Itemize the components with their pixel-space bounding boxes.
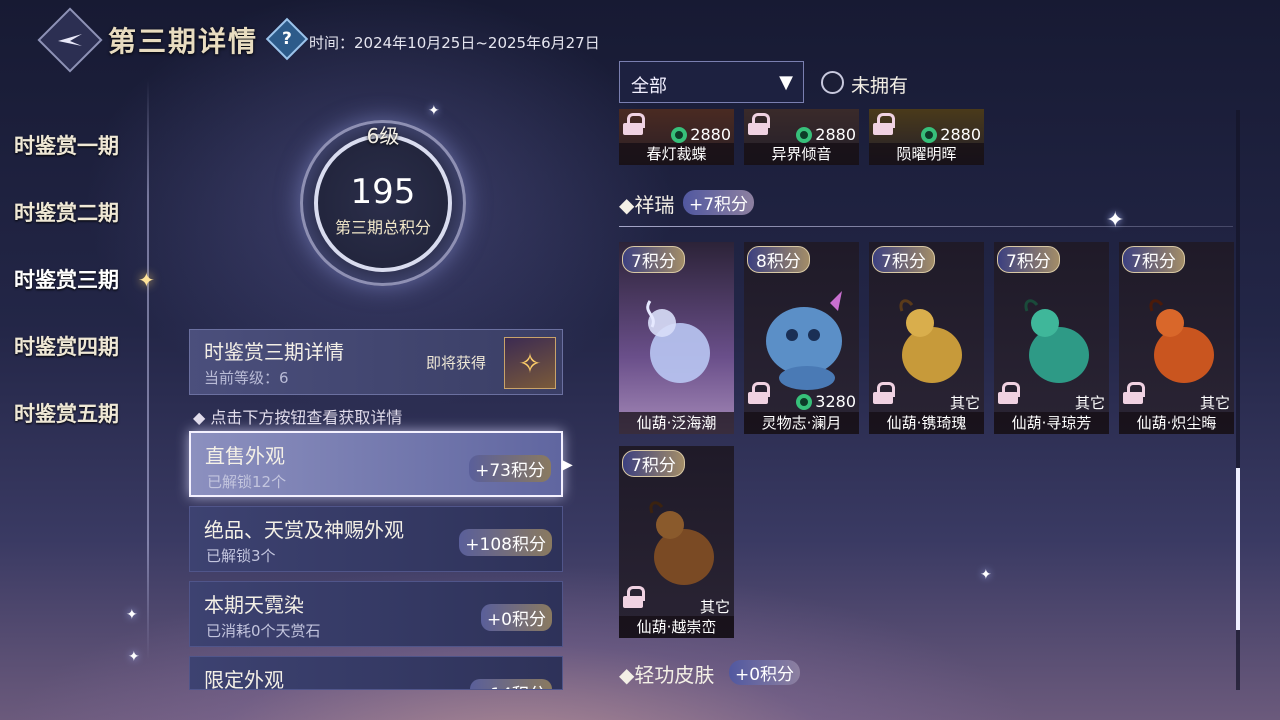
- item-card[interactable]: 8积分 3280 灵物志·澜月: [744, 242, 859, 434]
- item-name: 陨曜明晖: [869, 143, 984, 165]
- points-badge: 7积分: [872, 246, 935, 273]
- item-name: 仙葫·炽尘晦: [1119, 412, 1234, 434]
- star-decoration: ✦: [980, 567, 992, 583]
- category-subtitle: 已解锁12个: [207, 473, 287, 491]
- star-decoration: ✦: [126, 607, 138, 623]
- item-card[interactable]: 2880 异界倾音: [744, 109, 859, 165]
- points-badge: 7积分: [622, 450, 685, 477]
- points-badge: 7积分: [622, 246, 685, 273]
- period-time: 时间：2024年10月25日~2025年6月27日: [309, 34, 600, 52]
- period-detail-card[interactable]: 时鉴赏三期详情 当前等级：6 即将获得 ✧: [189, 329, 563, 395]
- points-badge: 7积分: [1122, 246, 1185, 273]
- item-card[interactable]: 7积分 仙葫·泛海潮: [619, 242, 734, 434]
- category-direct-sale[interactable]: 直售外观 已解锁12个 +73积分: [189, 431, 563, 497]
- item-name: 仙葫·寻琼芳: [994, 412, 1109, 434]
- item-card[interactable]: 2880 春灯裁蝶: [619, 109, 734, 165]
- lock-icon: [623, 586, 645, 608]
- not-owned-label[interactable]: 未拥有: [851, 71, 908, 98]
- item-price: 2880: [796, 125, 856, 144]
- section-title-xiangrui: ◆祥瑞: [619, 193, 675, 217]
- reward-figure-icon: ✧: [518, 346, 542, 380]
- back-arrow-icon: [58, 34, 82, 46]
- question-mark-icon: ?: [282, 29, 292, 49]
- total-score-label: 第三期总积分: [334, 218, 431, 237]
- lock-icon: [748, 113, 770, 135]
- item-tag: 其它: [1199, 394, 1230, 412]
- item-name: 仙葫·镌琦瑰: [869, 412, 984, 434]
- not-owned-radio[interactable]: [821, 71, 844, 94]
- lock-icon: [873, 113, 895, 135]
- category-limited[interactable]: 限定外观 +14积分: [189, 656, 563, 690]
- item-name: 仙葫·泛海潮: [619, 412, 734, 434]
- item-price: 2880: [671, 125, 731, 144]
- help-button[interactable]: ?: [265, 17, 309, 61]
- filter-dropdown[interactable]: 全部 ▼: [619, 61, 804, 103]
- current-level: 当前等级：6: [204, 369, 289, 387]
- lock-icon: [623, 113, 645, 135]
- nav-item-period-2[interactable]: 时鉴赏二期: [14, 197, 119, 227]
- hint-text: ◆ 点击下方按钮查看获取详情: [193, 408, 403, 427]
- nav-divider: [147, 80, 149, 660]
- item-name: 灵物志·澜月: [744, 412, 859, 434]
- nav-item-period-3[interactable]: 时鉴赏三期: [14, 264, 119, 294]
- scrollbar-thumb[interactable]: [1236, 468, 1240, 630]
- jade-currency-icon: [796, 393, 813, 410]
- jade-currency-icon: [796, 126, 813, 143]
- nav-item-period-4[interactable]: 时鉴赏四期: [14, 331, 119, 361]
- item-card[interactable]: 7积分 其它 仙葫·寻琼芳: [994, 242, 1109, 434]
- category-subtitle: 已消耗0个天赏石: [206, 622, 321, 640]
- jade-currency-icon: [921, 126, 938, 143]
- selected-arrow-icon: ▶: [562, 457, 573, 473]
- score-ring: 6级 195 第三期总积分: [278, 110, 488, 290]
- category-subtitle: 已解锁3个: [206, 547, 276, 565]
- category-dye[interactable]: 本期天霓染 已消耗0个天赏石 +0积分: [189, 581, 563, 647]
- detail-title: 时鉴赏三期详情: [204, 340, 344, 364]
- upcoming-reward-label: 即将获得: [426, 354, 487, 372]
- jade-currency-icon: [671, 126, 688, 143]
- points-badge: 8积分: [747, 246, 810, 273]
- star-decoration: ✦: [1106, 208, 1125, 233]
- item-name: 异界倾音: [744, 143, 859, 165]
- category-title: 限定外观: [204, 668, 284, 690]
- category-points: +73积分: [469, 455, 551, 482]
- section-divider: [619, 226, 1233, 227]
- upcoming-reward-thumbnail[interactable]: ✧: [504, 337, 556, 389]
- item-price: 3280: [796, 392, 856, 411]
- active-marker-icon: ✦: [138, 268, 155, 292]
- item-card[interactable]: 7积分 其它 仙葫·越崇峦: [619, 446, 734, 638]
- points-badge: 7积分: [997, 246, 1060, 273]
- category-title: 直售外观: [205, 444, 285, 468]
- category-title: 本期天霓染: [204, 593, 304, 617]
- section-points: +0积分: [729, 660, 801, 685]
- lock-icon: [1123, 382, 1145, 404]
- item-price: 2880: [921, 125, 981, 144]
- category-points: +108积分: [459, 529, 552, 556]
- category-premium[interactable]: 绝品、天赏及神赐外观 已解锁3个 +108积分: [189, 506, 563, 572]
- category-points: +0积分: [480, 604, 552, 631]
- level-label: 6级: [366, 124, 400, 148]
- chevron-down-icon: ▼: [779, 72, 793, 93]
- page-title: 第三期详情: [108, 25, 259, 58]
- item-name: 仙葫·越崇峦: [619, 616, 734, 638]
- nav-item-period-1[interactable]: 时鉴赏一期: [14, 130, 119, 160]
- item-card[interactable]: 2880 陨曜明晖: [869, 109, 984, 165]
- item-name: 春灯裁蝶: [619, 143, 734, 165]
- category-points: +14积分: [470, 679, 552, 689]
- item-tag: 其它: [699, 598, 730, 616]
- lock-icon: [873, 382, 895, 404]
- filter-value: 全部: [631, 76, 667, 97]
- item-card[interactable]: 7积分 其它 仙葫·炽尘晦: [1119, 242, 1234, 434]
- nav-item-period-5[interactable]: 时鉴赏五期: [14, 398, 119, 428]
- section-points: +7积分: [683, 190, 755, 215]
- item-tag: 其它: [1074, 394, 1105, 412]
- lock-icon: [748, 382, 770, 404]
- item-tag: 其它: [949, 394, 980, 412]
- total-score: 195: [350, 172, 416, 212]
- lock-icon: [998, 382, 1020, 404]
- section-title-qinggong: ◆轻功皮肤: [619, 663, 715, 687]
- item-card[interactable]: 7积分 其它 仙葫·镌琦瑰: [869, 242, 984, 434]
- category-title: 绝品、天赏及神赐外观: [204, 518, 404, 542]
- star-decoration: ✦: [128, 649, 140, 665]
- back-button[interactable]: [37, 7, 103, 73]
